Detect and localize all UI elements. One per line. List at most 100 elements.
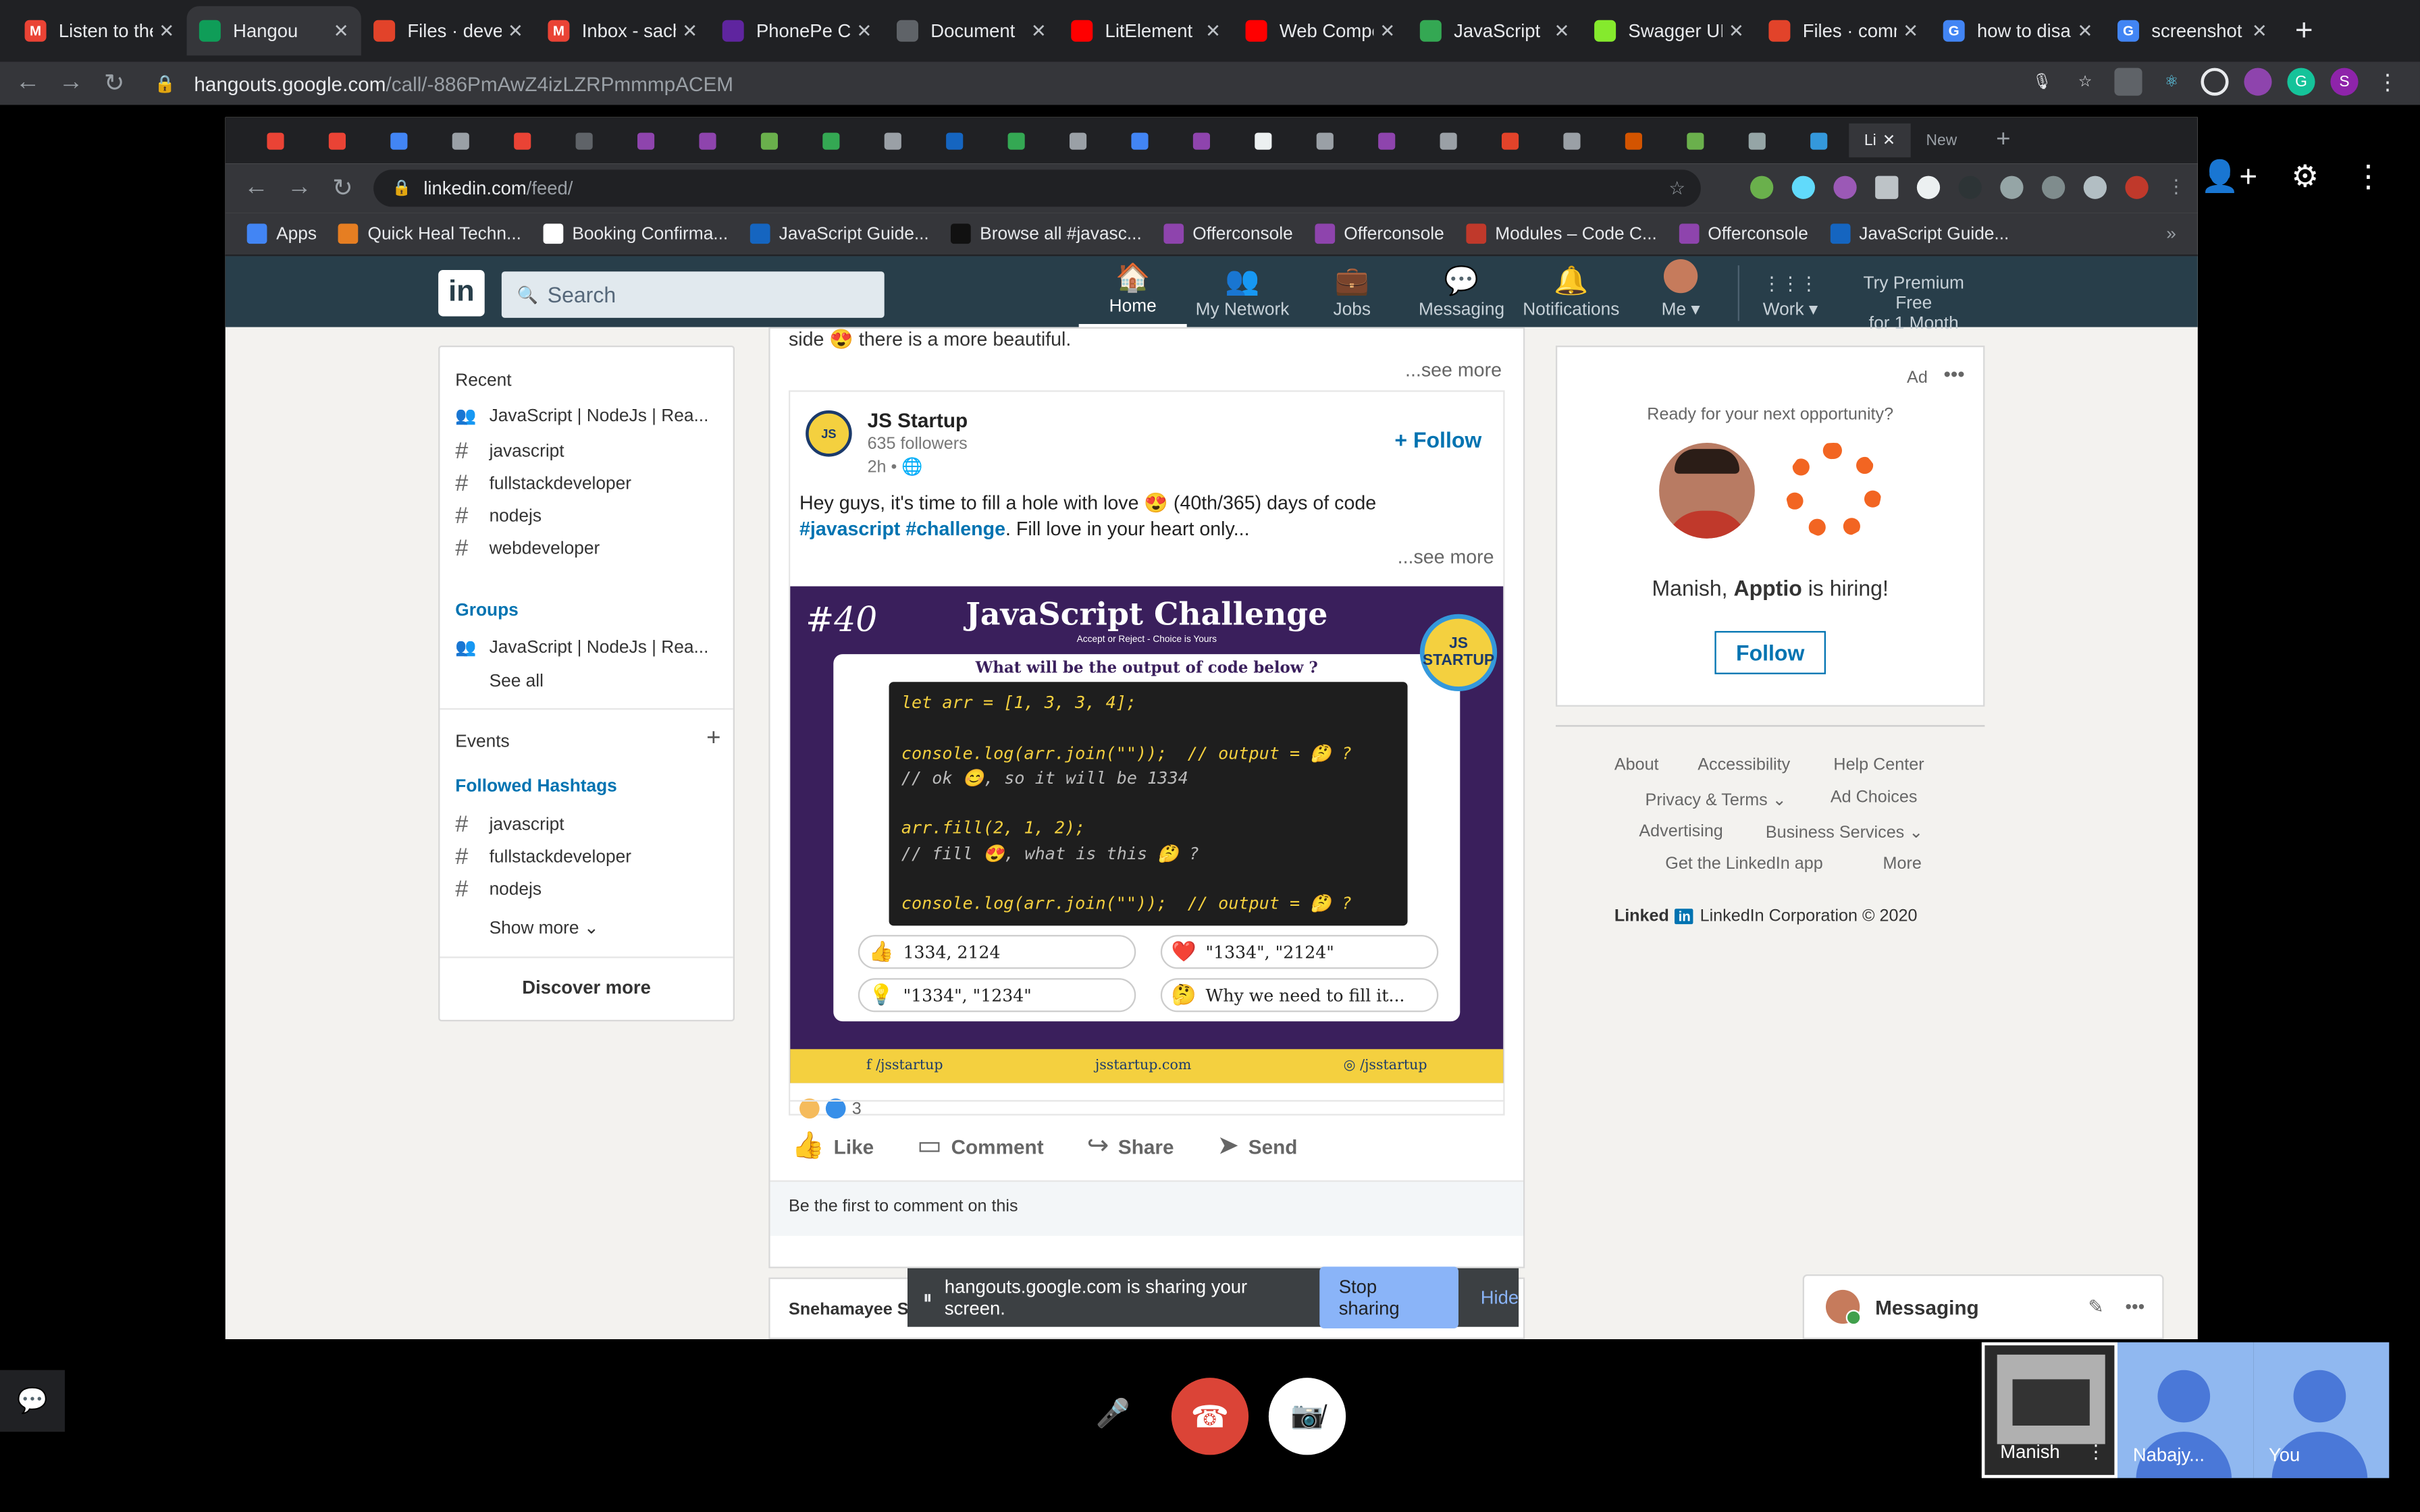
inner-tab[interactable] <box>1664 124 1725 157</box>
outer-tab[interactable]: Gscreenshot ✕ <box>2105 6 2280 55</box>
inner-tab[interactable] <box>1479 124 1540 157</box>
outer-tab[interactable]: M Inbox - sach ✕ <box>535 6 710 55</box>
ext-green-icon[interactable] <box>1750 176 1774 199</box>
ad-follow-button[interactable]: Follow <box>1714 630 1826 674</box>
ext-puzzle-icon[interactable] <box>2083 176 2107 199</box>
nav-notifications[interactable]: 🔔 Notifications <box>1517 256 1625 327</box>
follow-button[interactable]: + Follow <box>1394 427 1481 452</box>
inner-tab[interactable] <box>1540 124 1602 157</box>
ext-grid-icon[interactable] <box>1875 176 1899 199</box>
ext-pocket-icon[interactable] <box>2000 176 2024 199</box>
inner-tab[interactable] <box>799 124 861 157</box>
tab-close-icon[interactable]: ✕ <box>2252 20 2267 42</box>
footer-help[interactable]: Help Center <box>1833 756 1924 774</box>
author-name[interactable]: JS Startup <box>868 409 968 432</box>
tab-close-icon[interactable]: ✕ <box>159 20 174 42</box>
outer-tab[interactable]: M Listen to the ✕ <box>12 6 186 55</box>
bookmark-item[interactable]: JavaScript Guide... <box>749 223 929 244</box>
nav-jobs[interactable]: 💼 Jobs <box>1298 256 1406 327</box>
forward-icon[interactable]: → <box>49 70 93 97</box>
inner-tab-active[interactable]: Li ✕ <box>1849 123 1911 158</box>
extension-purple-icon[interactable] <box>2244 68 2272 96</box>
inner-forward-icon[interactable]: → <box>278 174 321 202</box>
outer-tab[interactable]: Files · devel ✕ <box>361 6 535 55</box>
inner-url-field[interactable]: 🔒 linkedin.com/feed/ ☆ <box>373 169 1701 207</box>
more-options-icon[interactable]: ⋮ <box>2353 157 2384 196</box>
hide-button[interactable]: Hide <box>1481 1287 1519 1308</box>
microphone-icon[interactable]: 🎤 <box>1096 1398 1130 1430</box>
outer-tab[interactable]: PhonePe Ch✕ <box>710 6 884 55</box>
see-all-link[interactable]: See all <box>490 673 544 691</box>
inner-new-tab-button[interactable]: + <box>1972 124 2034 157</box>
inner-tab[interactable] <box>367 124 429 157</box>
footer-more[interactable]: More <box>1883 855 1922 873</box>
inner-tab-close-icon[interactable]: ✕ <box>1883 132 1895 148</box>
premium-link[interactable]: Try Premium Free for 1 Month <box>1843 275 1984 335</box>
bookmark-item[interactable]: Offerconsole <box>1163 223 1293 244</box>
nav-messaging[interactable]: 💬 Messaging <box>1408 256 1516 327</box>
inner-tab[interactable] <box>984 124 1046 157</box>
discover-more-button[interactable]: Discover more <box>440 977 733 998</box>
inner-tab[interactable] <box>552 124 614 157</box>
nav-me[interactable]: Me ▾ <box>1627 256 1735 327</box>
camera-off-button[interactable]: 📷̸ <box>1268 1378 1346 1455</box>
inner-tab[interactable] <box>491 124 552 157</box>
drag-handle-icon[interactable]: ⏸ <box>923 1286 932 1309</box>
inner-back-icon[interactable]: ← <box>234 174 278 202</box>
add-person-icon[interactable]: 👤+ <box>2201 157 2257 196</box>
group-item[interactable]: 👥 JavaScript | NodeJs | Rea... <box>455 637 718 657</box>
outer-tab[interactable]: Hangou ✕ <box>186 6 361 56</box>
messaging-bar[interactable]: Messaging ✎ ••• <box>1802 1274 2164 1339</box>
footer-accessibility[interactable]: Accessibility <box>1698 756 1790 774</box>
inner-tab[interactable] <box>429 124 490 157</box>
bookmarks-overflow-icon[interactable]: » <box>2166 225 2176 243</box>
nav-home[interactable]: 🏠 Home <box>1078 256 1187 327</box>
like-button[interactable]: 👍 Like <box>792 1131 874 1162</box>
post-see-more-link[interactable]: ...see more <box>1398 546 1494 568</box>
inner-bookmark-star-icon[interactable]: ☆ <box>1668 178 1685 199</box>
recent-item-fullstack[interactable]: # fullstackdeveloper <box>455 470 718 497</box>
ad-menu-icon[interactable]: ••• <box>1943 362 1964 385</box>
tab-close-icon[interactable]: ✕ <box>856 20 872 42</box>
tab-close-icon[interactable]: ✕ <box>1379 20 1395 42</box>
send-button[interactable]: ➤ Send <box>1217 1131 1297 1162</box>
outer-tab[interactable]: LitElement ✕ <box>1059 6 1233 55</box>
tab-close-icon[interactable]: ✕ <box>682 20 698 42</box>
extension-grid-icon[interactable] <box>2114 68 2142 96</box>
back-icon[interactable]: ← <box>6 70 49 97</box>
hang-up-button[interactable]: ☎ <box>1171 1378 1249 1455</box>
inner-menu-icon[interactable]: ⋮ <box>2167 176 2185 199</box>
mic-icon[interactable]: 🎙 <box>2028 68 2055 96</box>
inner-tab[interactable] <box>1417 124 1478 157</box>
bookmark-item[interactable]: Modules – Code C... <box>1465 223 1657 244</box>
bookmark-item[interactable]: Quick Heal Techn... <box>338 223 521 244</box>
new-tab-button[interactable]: + <box>2295 13 2313 49</box>
first-comment-prompt[interactable]: Be the first to comment on this <box>770 1180 1523 1236</box>
tab-close-icon[interactable]: ✕ <box>1031 20 1047 42</box>
tab-close-icon[interactable]: ✕ <box>508 20 523 42</box>
inner-tab[interactable] <box>1355 124 1417 157</box>
nav-work[interactable]: ⋮⋮⋮ Work ▾ <box>1736 256 1844 327</box>
followed-hashtag-javascript[interactable]: # javascript <box>455 811 718 838</box>
followed-hashtags-heading[interactable]: Followed Hashtags <box>455 778 617 796</box>
followed-hashtag-fullstack[interactable]: # fullstackdeveloper <box>455 844 718 870</box>
inner-tab[interactable] <box>1293 124 1354 157</box>
reload-icon[interactable]: ↻ <box>93 68 136 99</box>
inner-tab[interactable] <box>1602 124 1664 157</box>
inner-reload-icon[interactable]: ↻ <box>321 173 364 204</box>
inner-tab[interactable] <box>1170 124 1232 157</box>
stop-sharing-button[interactable]: Stop sharing <box>1320 1266 1459 1328</box>
tab-close-icon[interactable]: ✕ <box>1903 20 1918 42</box>
recent-item-javascript[interactable]: # javascript <box>455 438 718 464</box>
inner-tab[interactable] <box>676 124 737 157</box>
post-image[interactable]: #40 JavaScript Challenge Accept or Rejec… <box>790 586 1504 1083</box>
tab-close-icon[interactable]: ✕ <box>2077 20 2093 42</box>
inner-tab[interactable] <box>1232 124 1293 157</box>
recent-item-webdev[interactable]: # webdeveloper <box>455 535 718 562</box>
compose-icon[interactable]: ✎ <box>2088 1296 2104 1318</box>
profile-avatar[interactable]: S <box>2330 68 2359 96</box>
outer-tab[interactable]: Swagger UI ✕ <box>1582 6 1756 55</box>
participant-tile-nabajy[interactable]: Nabajy... <box>2117 1342 2254 1478</box>
footer-business[interactable]: Business Services ⌄ <box>1766 822 1923 842</box>
inner-tab[interactable] <box>1725 124 1787 157</box>
